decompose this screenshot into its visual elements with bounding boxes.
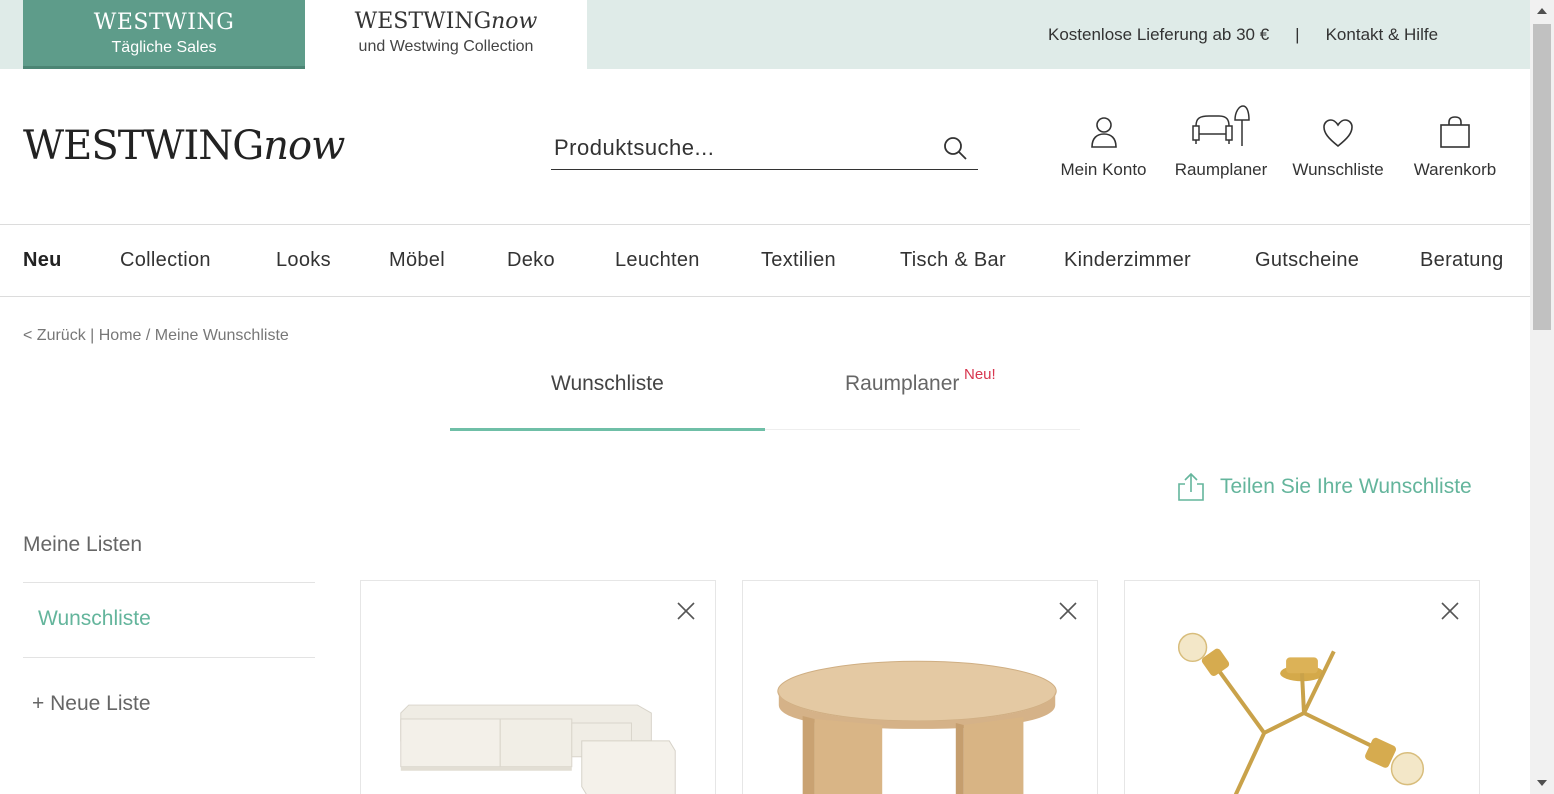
tab-westwing-sales[interactable]: WESTWING Tägliche Sales [23,0,305,69]
logo-main: WESTWING [23,123,264,169]
scroll-up-icon[interactable] [1537,8,1547,14]
share-label: Teilen Sie Ihre Wunschliste [1220,475,1472,498]
sidebar-divider [23,582,315,583]
tab-room-planner[interactable]: Raumplaner [845,372,959,396]
new-list-button[interactable]: + Neue Liste [32,692,151,716]
nav-divider [0,296,1530,297]
user-icon [1090,117,1117,148]
active-tab-indicator [450,428,765,431]
top-links: Kostenlose Lieferung ab 30 € | Kontakt & H… [1048,25,1438,45]
nav-item-collection[interactable]: Collection [120,249,211,272]
search-icon[interactable] [942,135,968,161]
main-nav: Neu Collection Looks Möbel Deko Leuchten… [0,225,1530,296]
search-input[interactable] [551,128,931,168]
cart-button[interactable]: Warenkorb [1410,100,1500,180]
breadcrumb-home[interactable]: Home [99,327,142,344]
nav-item-moebel[interactable]: Möbel [389,249,445,272]
share-icon [1178,472,1204,501]
breadcrumb-separator: | [90,327,95,344]
now-brand: WESTWINGnow [305,9,587,35]
sidebar-item-wishlist[interactable]: Wunschliste [38,607,151,631]
wishlist-tabs: Wunschliste Raumplaner Neu! [450,360,1080,431]
wishlist-button[interactable]: Wunschliste [1289,100,1387,180]
nav-item-neu[interactable]: Neu [23,249,62,272]
logo-script: now [263,123,345,169]
shopping-bag-icon [1440,116,1470,148]
breadcrumb-back[interactable]: < Zurück [23,327,86,344]
share-wishlist-button[interactable]: Teilen Sie Ihre Wunschliste [1176,472,1472,502]
room-planner-icon [1192,105,1250,146]
heart-icon [1323,119,1353,148]
now-subtitle: und Westwing Collection [358,38,534,55]
nav-item-deko[interactable]: Deko [507,249,555,272]
sales-subtitle: Tägliche Sales [111,39,217,56]
page-scrollbar[interactable] [1530,0,1554,794]
breadcrumb: < Zurück | Home / Meine Wunschliste [23,327,289,345]
nav-item-textilien[interactable]: Textilien [761,249,836,272]
nav-item-kinderzimmer[interactable]: Kinderzimmer [1064,249,1191,272]
room-planner-label: Raumplaner [1174,160,1268,179]
now-brand-script: now [491,9,538,34]
product-card[interactable] [742,580,1098,794]
breadcrumb-slash: / [145,327,151,344]
product-card[interactable] [360,580,716,794]
room-planner-button[interactable]: Raumplaner [1172,100,1270,180]
close-icon[interactable] [1059,602,1077,620]
account-label: Mein Konto [1060,160,1147,179]
search-bar [551,128,978,170]
nav-item-gutscheine[interactable]: Gutscheine [1255,249,1359,272]
product-card[interactable] [1124,580,1480,794]
nav-item-leuchten[interactable]: Leuchten [615,249,700,272]
cart-label: Warenkorb [1413,160,1497,179]
scroll-down-icon[interactable] [1537,780,1547,786]
tab-westwing-now[interactable]: WESTWINGnow und Westwing Collection [305,0,587,69]
account-button[interactable]: Mein Konto [1057,100,1150,180]
delivery-text: Kostenlose Lieferung ab 30 € [1048,25,1270,44]
nav-item-looks[interactable]: Looks [276,249,331,272]
site-logo[interactable]: WESTWINGnow [23,122,345,170]
close-icon[interactable] [677,602,695,620]
sales-brand: WESTWING [93,10,235,35]
help-link[interactable]: Kontakt & Hilfe [1326,25,1438,44]
breadcrumb-current: Meine Wunschliste [154,327,289,344]
sidebar-divider [23,657,315,658]
top-separator: | [1295,25,1300,44]
tab-wishlist[interactable]: Wunschliste [551,372,664,396]
scrollbar-thumb[interactable] [1533,24,1551,330]
nav-item-beratung[interactable]: Beratung [1420,249,1504,272]
sofa-image [400,704,676,794]
table-image [777,660,1057,794]
new-badge: Neu! [964,366,996,383]
nav-item-tisch-bar[interactable]: Tisch & Bar [900,249,1006,272]
now-brand-main: WESTWING [354,9,492,34]
my-lists-title: Meine Listen [23,533,143,556]
lamp-image [1177,632,1425,794]
close-icon[interactable] [1441,602,1459,620]
wishlist-label: Wunschliste [1292,160,1384,179]
top-strip: WESTWING Tägliche Sales WESTWINGnow und … [0,0,1530,69]
